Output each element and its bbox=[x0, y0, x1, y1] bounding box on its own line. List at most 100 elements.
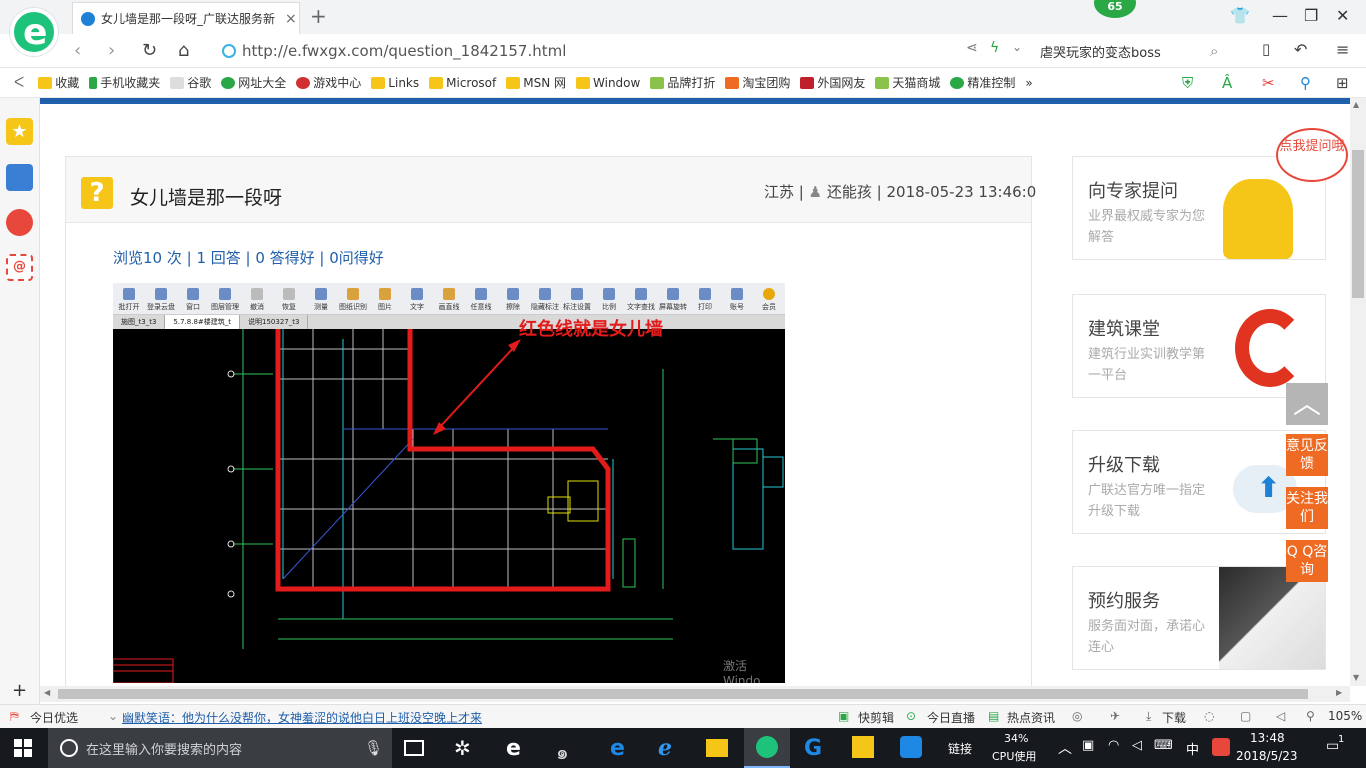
spiral-app-icon[interactable]: ๑ bbox=[556, 736, 580, 764]
download-link[interactable]: 下载 bbox=[1162, 709, 1186, 726]
hot-news-link[interactable]: 热点资讯 bbox=[1007, 709, 1055, 726]
sogou-icon[interactable] bbox=[1212, 738, 1230, 756]
phone-icon[interactable]: ▯ bbox=[1262, 40, 1270, 58]
zoom-level[interactable]: 105% bbox=[1328, 709, 1362, 723]
tray-chevron-up-icon[interactable]: ︿ bbox=[1058, 738, 1072, 758]
bookmark-item[interactable]: 谷歌 bbox=[170, 74, 211, 91]
plus-app-icon[interactable] bbox=[900, 736, 922, 758]
task-view-icon[interactable] bbox=[404, 740, 424, 756]
horizontal-scrollbar[interactable]: ◀ ▶ bbox=[40, 686, 1350, 702]
horizontal-scroll-thumb[interactable] bbox=[58, 689, 1308, 699]
scroll-up-icon[interactable]: ▲ bbox=[1353, 100, 1359, 109]
weibo-icon[interactable] bbox=[6, 209, 33, 236]
scroll-left-icon[interactable]: ◀ bbox=[44, 688, 50, 697]
kuaijianji-link[interactable]: 快剪辑 bbox=[858, 709, 894, 726]
close-window-button[interactable]: ✕ bbox=[1336, 6, 1349, 25]
list-icon[interactable] bbox=[6, 164, 33, 191]
speed-icon[interactable]: ◎ bbox=[1072, 709, 1082, 723]
link-label[interactable]: 链接 bbox=[948, 740, 972, 757]
follow-us-button[interactable]: 关注我们 bbox=[1286, 487, 1328, 529]
taskbar-search[interactable]: 在这里输入你要搜索的内容 🎙 bbox=[48, 728, 392, 768]
vertical-scroll-thumb[interactable] bbox=[1352, 150, 1364, 298]
taskbar-search-input[interactable]: 在这里输入你要搜索的内容 bbox=[86, 739, 242, 758]
keyboard-icon[interactable]: ⌨ bbox=[1154, 738, 1173, 753]
lightning-icon[interactable]: ϟ bbox=[990, 40, 999, 56]
clock-time[interactable]: 13:48 bbox=[1250, 731, 1285, 745]
scissors-icon[interactable]: ✂ bbox=[1262, 74, 1275, 92]
edge-e-icon[interactable]: e bbox=[506, 736, 530, 761]
bookmarks-more[interactable]: » bbox=[1025, 76, 1032, 90]
bookmark-item[interactable]: 精准控制 bbox=[950, 74, 1015, 91]
bookmark-item[interactable]: 天猫商城 bbox=[875, 74, 940, 91]
email-icon[interactable]: @ bbox=[6, 254, 33, 281]
edge-browser-icon[interactable]: e bbox=[610, 736, 634, 761]
chevron-down-icon[interactable]: ⌄ bbox=[1012, 40, 1022, 54]
maximize-button[interactable]: ❐ bbox=[1304, 6, 1318, 25]
share-icon[interactable]: ⋖ bbox=[966, 40, 978, 56]
volume-icon[interactable]: ◁ bbox=[1132, 738, 1142, 753]
clean-icon[interactable]: ◌ bbox=[1204, 709, 1214, 723]
bookmark-item[interactable]: 外国网友 bbox=[800, 74, 865, 91]
scroll-right-icon[interactable]: ▶ bbox=[1336, 688, 1342, 697]
address-url[interactable]: http://e.fwxgx.com/question_1842157.html bbox=[242, 42, 566, 60]
add-sidebar-icon[interactable]: + bbox=[12, 680, 27, 701]
bookmark-item[interactable]: Links bbox=[371, 76, 419, 90]
address-bar[interactable]: http://e.fwxgx.com/question_1842157.html bbox=[222, 39, 952, 63]
forward-icon[interactable]: › bbox=[108, 40, 115, 61]
apps-grid-icon[interactable]: ⊞ bbox=[1336, 74, 1349, 92]
vertical-scrollbar[interactable]: ▲ ▼ bbox=[1350, 98, 1366, 686]
browser-logo-icon[interactable]: e bbox=[10, 8, 58, 56]
window-icon[interactable]: ▢ bbox=[1240, 709, 1251, 723]
search-input[interactable]: 虐哭玩家的变态boss bbox=[1040, 42, 1210, 61]
fan-app-icon[interactable]: ✲ bbox=[454, 736, 478, 760]
search-icon[interactable]: ⌕ bbox=[1210, 42, 1218, 60]
chevron-down-icon[interactable]: ⌄ bbox=[108, 709, 118, 723]
bookmark-item[interactable]: 收藏 bbox=[38, 74, 79, 91]
microphone-icon[interactable]: 🎙 bbox=[364, 739, 383, 757]
wifi-icon[interactable]: ◠ bbox=[1108, 738, 1119, 753]
bookmark-item[interactable]: 游戏中心 bbox=[296, 74, 361, 91]
bookmark-item[interactable]: Microsof bbox=[429, 76, 496, 90]
today-picks[interactable]: 今日优选 bbox=[30, 709, 78, 726]
undo-icon[interactable]: ↶ bbox=[1294, 40, 1307, 59]
home-icon[interactable]: ⌂ bbox=[178, 40, 189, 61]
sound-icon[interactable]: ◁ bbox=[1276, 709, 1285, 723]
collapse-icon[interactable]: ᐸ bbox=[14, 75, 24, 91]
news-ticker[interactable]: 幽默笑语：他为什么没帮你，女神羞涩的说他白日上班没空晚上才来 bbox=[122, 709, 482, 726]
notification-badge[interactable]: 65 bbox=[1094, 0, 1136, 18]
tab-close-icon[interactable]: × bbox=[285, 11, 297, 27]
file-explorer-icon[interactable] bbox=[706, 739, 728, 757]
glodon-g-icon[interactable]: G bbox=[804, 736, 828, 761]
question-author[interactable]: 还能孩 bbox=[827, 183, 872, 201]
qq-consult-button[interactable]: Q Q咨询 bbox=[1286, 540, 1328, 582]
bookmark-item[interactable]: 手机收藏夹 bbox=[89, 74, 160, 91]
refresh-icon[interactable]: ↻ bbox=[142, 40, 157, 61]
pin-icon[interactable]: ✈ bbox=[1110, 709, 1120, 723]
ask-bubble[interactable]: 点我提问哦 bbox=[1276, 128, 1348, 182]
favorites-star-icon[interactable]: ★ bbox=[6, 118, 33, 145]
feedback-button[interactable]: 意见反馈 bbox=[1286, 434, 1328, 476]
zoom-icon[interactable]: ⚲ bbox=[1306, 709, 1315, 723]
magnifier-icon[interactable]: ⚲ bbox=[1300, 74, 1311, 92]
translate-icon[interactable]: Â bbox=[1222, 74, 1232, 92]
bookmark-item[interactable]: 淘宝团购 bbox=[725, 74, 790, 91]
notes-app-icon[interactable] bbox=[852, 736, 874, 758]
clock-date[interactable]: 2018/5/23 bbox=[1236, 749, 1298, 763]
tray-app-icon[interactable]: ▣ bbox=[1082, 738, 1094, 753]
shirt-skin-icon[interactable]: 👕 bbox=[1230, 6, 1250, 25]
browser-tab-active[interactable]: 女儿墙是那一段呀_广联达服务新 × bbox=[72, 2, 300, 34]
ie-browser-icon[interactable]: ℯ bbox=[658, 736, 682, 761]
back-to-top-button[interactable]: ︿ bbox=[1286, 383, 1328, 425]
menu-icon[interactable]: ≡ bbox=[1336, 40, 1349, 59]
scroll-down-icon[interactable]: ▼ bbox=[1353, 673, 1359, 682]
windows-start-icon[interactable] bbox=[14, 739, 32, 757]
new-tab-button[interactable]: + bbox=[310, 4, 327, 28]
shield-icon[interactable]: ⛨ bbox=[1182, 74, 1193, 92]
live-link[interactable]: 今日直播 bbox=[927, 709, 975, 726]
bookmark-item[interactable]: 品牌打折 bbox=[650, 74, 715, 91]
ime-indicator[interactable]: 中 bbox=[1186, 739, 1199, 758]
bookmark-item[interactable]: MSN 网 bbox=[506, 74, 566, 91]
minimize-button[interactable]: — bbox=[1272, 6, 1288, 25]
bookmark-item[interactable]: Window bbox=[576, 76, 640, 90]
bookmark-item[interactable]: 网址大全 bbox=[221, 74, 286, 91]
